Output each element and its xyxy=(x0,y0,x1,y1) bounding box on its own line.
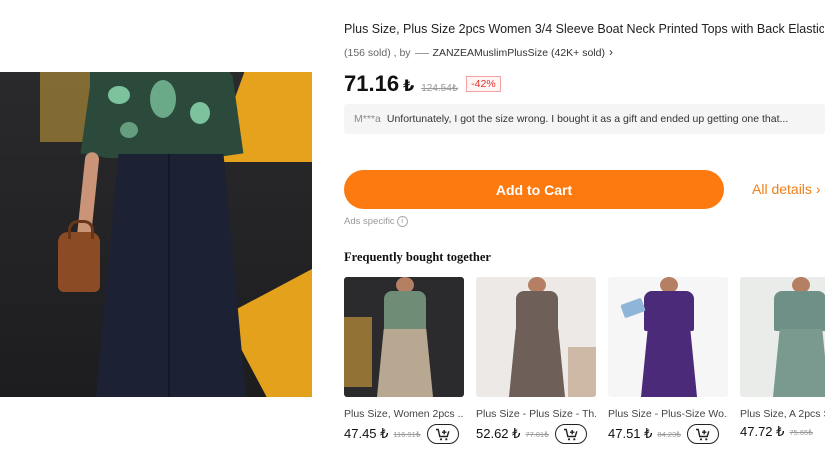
original-price: 124.54₺ xyxy=(421,83,459,94)
product-gallery xyxy=(0,0,330,465)
chevron-right-icon: › xyxy=(815,181,821,197)
info-icon: i xyxy=(396,216,408,227)
all-details-label: All details xyxy=(752,181,812,197)
chevron-right-icon[interactable]: › xyxy=(609,45,613,59)
review-snippet[interactable]: M***a Unfortunately, I got the size wron… xyxy=(344,104,825,134)
product-card-old-price: 75.65₺ xyxy=(789,427,813,437)
main-product-image[interactable] xyxy=(0,72,312,397)
product-card-old-price: 77.01₺ xyxy=(525,429,549,439)
product-card[interactable]: Plus Size, Women 2pcs ... 47.45 ₺ 116.91… xyxy=(344,277,464,444)
product-meta: (156 sold) , by ZANZEAMuslimPlusSize (42K… xyxy=(344,45,613,59)
product-card-price: 52.62 ₺ xyxy=(476,426,521,441)
product-thumbnail[interactable] xyxy=(344,277,464,397)
product-card-price: 47.72 ₺ xyxy=(740,424,785,439)
pants-seam xyxy=(168,154,170,397)
review-text: Unfortunately, I got the size wrong. I b… xyxy=(386,113,789,125)
product-card[interactable]: Plus Size - Plus-Size Wo... 47.51 ₺ 84.2… xyxy=(608,277,728,444)
product-card[interactable]: Plus Size, A 2pcs S 47.72 ₺ 75.65₺ xyxy=(740,277,825,440)
sold-count: (156 sold) , by xyxy=(344,47,411,59)
product-card-price-row: 47.51 ₺ 84.23₺ xyxy=(608,424,728,444)
product-card-name: Plus Size, A 2pcs S xyxy=(740,408,825,420)
product-thumbnail[interactable] xyxy=(608,277,728,397)
price-row: 71.16 ₺ 124.54₺ -42% xyxy=(344,71,501,99)
product-thumbnail[interactable] xyxy=(476,277,596,397)
discount-badge: -42% xyxy=(466,76,501,92)
price-currency: ₺ xyxy=(403,78,415,95)
product-card-old-price: 116.91₺ xyxy=(393,429,421,439)
product-card-name: Plus Size - Plus-Size Wo... xyxy=(608,408,728,420)
add-to-cart-icon[interactable] xyxy=(554,424,587,444)
frequently-bought-list: Plus Size, Women 2pcs ... 47.45 ₺ 116.91… xyxy=(344,277,825,465)
product-card-name: Plus Size, Women 2pcs ... xyxy=(344,408,464,420)
product-thumbnail[interactable] xyxy=(740,277,825,397)
add-to-cart-icon[interactable] xyxy=(426,424,459,444)
handbag xyxy=(58,220,100,292)
store-link[interactable]: ZANZEAMuslimPlusSize (42K+ sold) xyxy=(433,47,605,59)
reviewer-name: M***a xyxy=(354,113,381,125)
model-top xyxy=(90,72,230,158)
product-card-price-row: 52.62 ₺ 77.01₺ xyxy=(476,424,596,444)
product-title: Plus Size, Plus Size 2pcs Women 3/4 Slee… xyxy=(344,22,824,36)
current-price: 71.16 xyxy=(344,71,400,96)
store-logo-dash xyxy=(414,52,429,54)
product-card-price: 47.51 ₺ xyxy=(608,426,653,441)
add-to-cart-button[interactable]: Add to Cart xyxy=(344,170,724,209)
product-card-price-row: 47.45 ₺ 116.91₺ xyxy=(344,424,464,444)
ads-label: Ads specific xyxy=(344,216,395,228)
product-card[interactable]: Plus Size - Plus Size - Th... 52.62 ₺ 77… xyxy=(476,277,596,444)
add-to-cart-icon[interactable] xyxy=(686,424,719,444)
product-card-price-row: 47.72 ₺ 75.65₺ xyxy=(740,424,825,440)
ads-specific[interactable]: Ads specific i xyxy=(344,216,408,227)
all-details-link[interactable]: All details › xyxy=(752,181,820,197)
frequently-bought-title: Frequently bought together xyxy=(344,250,491,264)
model-pants xyxy=(96,154,246,397)
product-card-price: 47.45 ₺ xyxy=(344,426,389,441)
product-card-old-price: 84.23₺ xyxy=(657,429,681,439)
product-card-name: Plus Size - Plus Size - Th... xyxy=(476,408,596,420)
